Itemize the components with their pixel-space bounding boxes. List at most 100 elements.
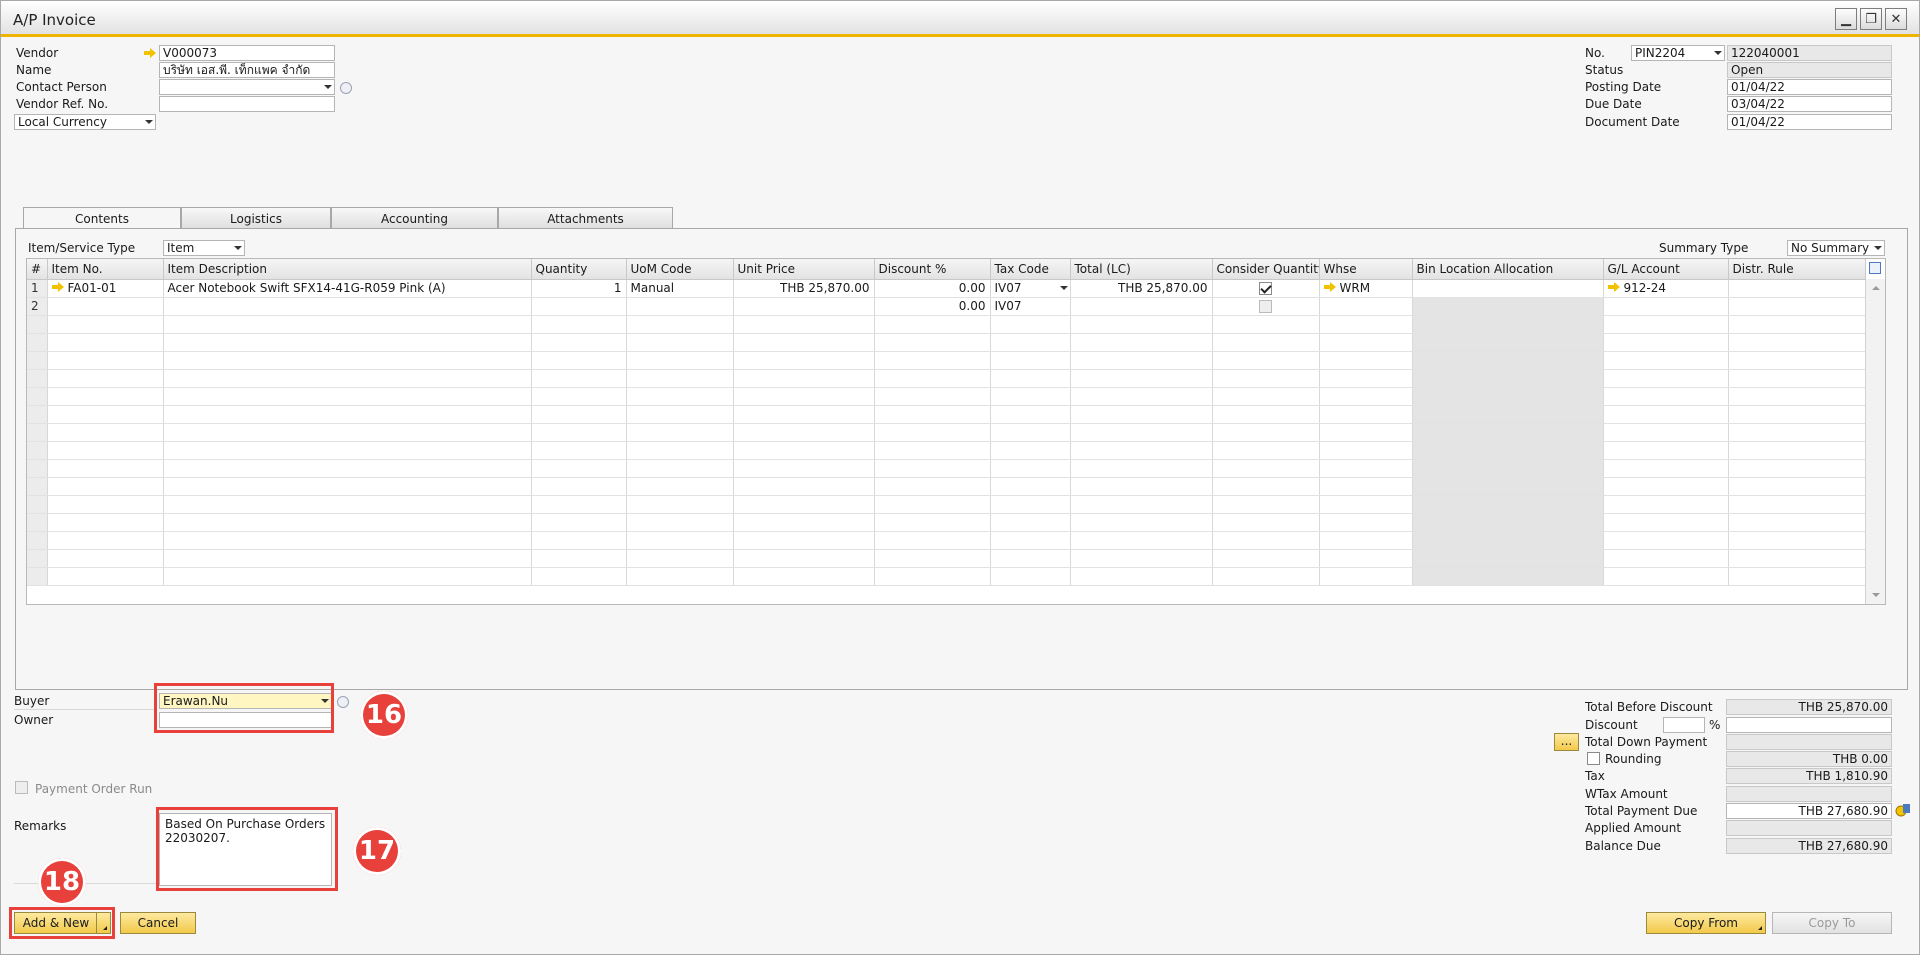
uom-cell[interactable]: [626, 297, 734, 316]
col-header[interactable]: Whse: [1319, 259, 1413, 280]
col-header[interactable]: Total (LC): [1070, 259, 1213, 280]
gl-link-arrow-icon[interactable]: [1607, 282, 1620, 292]
quantity-cell[interactable]: 1: [531, 279, 627, 298]
bin-cell[interactable]: [1412, 279, 1604, 298]
discount-cell[interactable]: 0.00: [874, 279, 991, 298]
empty-cell: [1212, 423, 1320, 442]
col-header[interactable]: Item No.: [47, 259, 164, 280]
close-button[interactable]: ✕: [1885, 8, 1907, 30]
item-link-arrow-icon[interactable]: [51, 282, 64, 292]
whse-cell[interactable]: [1319, 297, 1413, 316]
total-cell[interactable]: [1070, 297, 1213, 316]
col-header[interactable]: Bin Location Allocation: [1412, 259, 1604, 280]
payment-means-svg: [1895, 804, 1910, 817]
scroll-down-icon[interactable]: [1872, 593, 1880, 597]
contact-person-select[interactable]: [159, 79, 335, 95]
tab-attachments[interactable]: Attachments: [498, 207, 673, 229]
empty-cell: [733, 333, 875, 352]
contact-person-label: Contact Person: [16, 80, 107, 94]
gl-account-cell[interactable]: 912-24: [1603, 279, 1729, 298]
col-header[interactable]: Quantity: [531, 259, 627, 280]
whse-link-arrow-icon[interactable]: [1323, 282, 1336, 292]
description-cell[interactable]: Acer Notebook Swift SFX14-41G-R059 Pink …: [163, 279, 532, 298]
consider-qty-checkbox[interactable]: [1259, 300, 1272, 313]
item-type-select[interactable]: Item: [163, 240, 245, 256]
discount-percent-field[interactable]: [1663, 717, 1705, 733]
consider-qty-cell[interactable]: [1212, 297, 1320, 316]
restore-button[interactable]: ❐: [1860, 8, 1882, 30]
col-header[interactable]: Unit Price: [733, 259, 875, 280]
table-row[interactable]: 2 0.00 IV07: [27, 297, 1866, 316]
empty-cell: [27, 351, 48, 370]
tab-accounting[interactable]: Accounting: [331, 207, 498, 229]
grid-vertical-scrollbar[interactable]: [1865, 279, 1885, 604]
vendor-ref-field[interactable]: [159, 96, 335, 112]
buyer-info-icon[interactable]: [337, 696, 349, 708]
balance-due-field: THB 27,680.90: [1726, 838, 1892, 854]
whse-cell[interactable]: WRM: [1319, 279, 1413, 298]
series-select[interactable]: PIN2204: [1631, 45, 1725, 61]
scroll-up-icon[interactable]: [1872, 286, 1880, 290]
contact-info-icon[interactable]: [340, 82, 352, 94]
uom-cell[interactable]: Manual: [626, 279, 734, 298]
empty-cell: [1603, 315, 1729, 334]
gl-account-cell[interactable]: [1603, 297, 1729, 316]
item-no-cell[interactable]: [47, 297, 164, 316]
col-header[interactable]: UoM Code: [626, 259, 734, 280]
col-header[interactable]: G/L Account: [1603, 259, 1729, 280]
empty-cell: [1728, 405, 1866, 424]
empty-table-row: [27, 369, 1866, 388]
cancel-button[interactable]: Cancel: [120, 912, 196, 934]
empty-cell: [733, 405, 875, 424]
empty-cell: [1070, 405, 1213, 424]
consider-qty-checkbox[interactable]: [1259, 282, 1272, 295]
vendor-field[interactable]: V000073: [159, 45, 335, 61]
empty-cell: [1212, 315, 1320, 334]
down-payment-select-button[interactable]: ...: [1554, 733, 1579, 751]
description-cell[interactable]: [163, 297, 532, 316]
empty-cell: [990, 531, 1071, 550]
col-header[interactable]: Discount %: [874, 259, 991, 280]
document-date-field[interactable]: 01/04/22: [1727, 114, 1892, 130]
col-header[interactable]: #: [27, 259, 48, 280]
chevron-down-icon[interactable]: [1059, 285, 1068, 290]
total-cell[interactable]: THB 25,870.00: [1070, 279, 1213, 298]
consider-qty-cell[interactable]: [1212, 279, 1320, 298]
tax-code-cell[interactable]: IV07: [990, 279, 1071, 298]
copy-to-button[interactable]: Copy To: [1772, 912, 1892, 934]
col-header[interactable]: Consider Quantity: [1212, 259, 1320, 280]
col-header[interactable]: Distr. Rule: [1728, 259, 1866, 280]
distr-rule-cell[interactable]: [1728, 279, 1866, 298]
tab-logistics[interactable]: Logistics: [181, 207, 331, 229]
vendor-link-arrow-icon[interactable]: [144, 48, 156, 58]
empty-cell: [163, 315, 532, 334]
discount-cell[interactable]: 0.00: [874, 297, 991, 316]
name-field[interactable]: บริษัท เอส.พี. เท็กแพค จำกัด: [159, 62, 335, 78]
empty-cell: [1728, 441, 1866, 460]
tab-contents[interactable]: Contents: [23, 207, 181, 230]
payment-order-checkbox[interactable]: [15, 781, 28, 794]
empty-cell: [626, 459, 734, 478]
minimize-button[interactable]: ▁: [1835, 8, 1857, 30]
rounding-checkbox[interactable]: [1587, 752, 1600, 765]
table-row[interactable]: 1 FA01-01 Acer Notebook Swift SFX14-41G-…: [27, 279, 1866, 298]
row-number[interactable]: 1: [27, 279, 48, 298]
payment-means-icon[interactable]: [1895, 802, 1911, 818]
quantity-cell[interactable]: [531, 297, 627, 316]
unit-price-cell[interactable]: [733, 297, 875, 316]
currency-select[interactable]: Local Currency: [14, 114, 156, 130]
expand-grid-icon[interactable]: [1869, 262, 1881, 274]
discount-amount-field[interactable]: [1726, 717, 1892, 733]
col-header[interactable]: Item Description: [163, 259, 532, 280]
col-header[interactable]: Tax Code: [990, 259, 1071, 280]
distr-rule-cell[interactable]: [1728, 297, 1866, 316]
tax-code-cell[interactable]: IV07: [990, 297, 1071, 316]
copy-from-button[interactable]: Copy From: [1646, 912, 1766, 934]
summary-type-select[interactable]: No Summary: [1787, 240, 1885, 256]
due-date-field[interactable]: 03/04/22: [1727, 96, 1892, 112]
unit-price-cell[interactable]: THB 25,870.00: [733, 279, 875, 298]
posting-date-field[interactable]: 01/04/22: [1727, 79, 1892, 95]
doc-number-field[interactable]: 122040001: [1727, 45, 1892, 61]
row-number[interactable]: 2: [27, 297, 48, 316]
item-no-cell[interactable]: FA01-01: [47, 279, 164, 298]
